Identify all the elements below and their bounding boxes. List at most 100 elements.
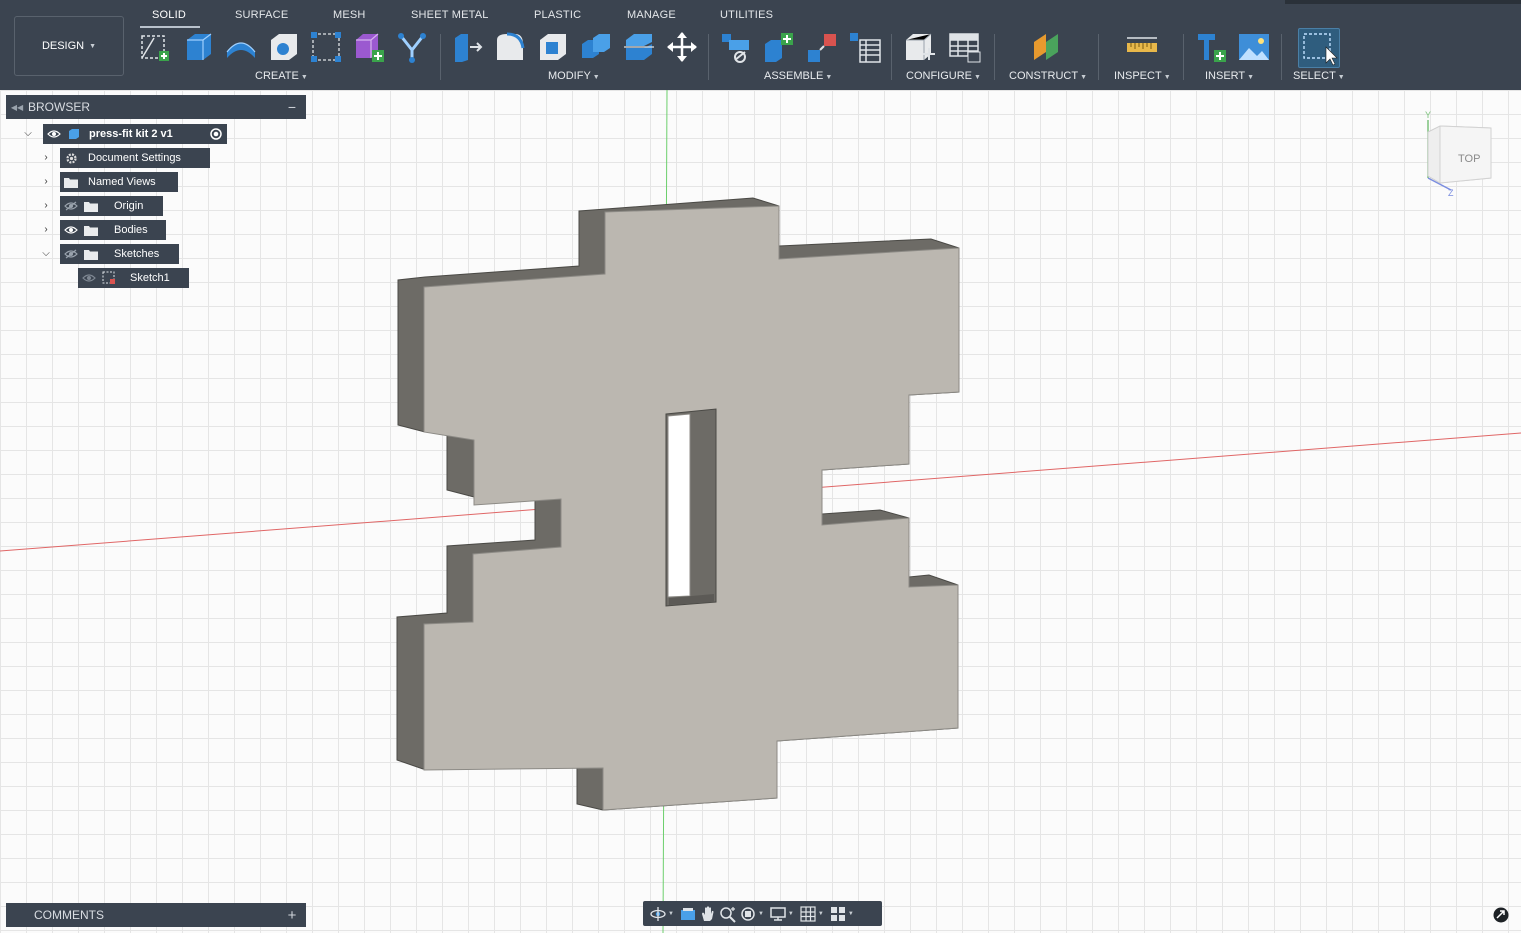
activate-radio-icon[interactable]	[205, 128, 227, 140]
add-comment-button[interactable]: +	[278, 907, 306, 924]
configure-label: CONFIGURE	[906, 70, 972, 82]
create-menu[interactable]: CREATE ▼	[255, 70, 308, 82]
window-select-icon	[1303, 33, 1338, 66]
tab-mesh[interactable]: MESH	[333, 9, 366, 21]
browser-item-sketch1[interactable]: Sketch1	[78, 268, 189, 288]
view-cube[interactable]: Y Z TOP	[1418, 108, 1498, 198]
configuration-table-icon[interactable]	[948, 30, 982, 64]
pan-hand-icon	[701, 905, 714, 921]
active-tab-indicator	[140, 26, 200, 28]
minimize-browser-button[interactable]: −	[278, 99, 306, 115]
model-canvas[interactable]	[0, 90, 1521, 933]
chevron-right-icon[interactable]: ›	[39, 175, 53, 189]
toolbar-divider	[440, 34, 441, 80]
pattern-icon[interactable]	[309, 30, 343, 64]
chevron-right-icon[interactable]: ›	[39, 151, 53, 165]
chevron-down-icon: ▼	[300, 74, 308, 81]
toolbar-divider	[891, 34, 892, 80]
select-menu[interactable]: SELECT ▼	[1293, 70, 1345, 82]
tab-plastic[interactable]: PLASTIC	[534, 9, 581, 21]
measure-icon[interactable]	[1125, 30, 1159, 64]
combine-icon[interactable]	[579, 30, 613, 64]
create-sketch-icon[interactable]	[138, 30, 172, 64]
extrude-icon[interactable]	[181, 30, 215, 64]
browser-item-origin[interactable]: Origin	[60, 196, 163, 216]
configure-menu[interactable]: CONFIGURE ▼	[906, 70, 981, 82]
folder-icon	[82, 196, 100, 216]
as-built-joint-icon[interactable]	[805, 30, 839, 64]
browser-item-named-views[interactable]: Named Views	[60, 172, 178, 192]
grid-settings-button[interactable]: ▼	[799, 904, 827, 924]
split-body-icon[interactable]	[622, 30, 656, 64]
browser-item-label: Origin	[114, 200, 144, 212]
chevron-down-icon[interactable]: ⌵	[39, 247, 53, 261]
toolbar-divider	[1098, 34, 1099, 80]
insert-label: INSERT	[1205, 70, 1246, 82]
press-fit-body[interactable]	[396, 197, 960, 811]
folder-icon	[60, 172, 82, 192]
tab-sheet-metal[interactable]: SHEET METAL	[411, 9, 489, 21]
viewcube-axis-z-label: Z	[1448, 188, 1454, 198]
insert-menu[interactable]: INSERT ▼	[1205, 70, 1254, 82]
bill-of-materials-icon[interactable]	[848, 30, 882, 64]
shell-icon[interactable]	[536, 30, 570, 64]
browser-item-label: Named Views	[88, 176, 156, 188]
viewports-icon	[830, 906, 845, 921]
select-tool-button[interactable]	[1298, 28, 1340, 68]
folder-icon	[82, 244, 100, 264]
eye-hidden-icon[interactable]	[78, 268, 100, 288]
revolve-icon[interactable]	[224, 30, 258, 64]
canvas-image-icon[interactable]	[1237, 30, 1271, 64]
browser-root-node[interactable]: press-fit kit 2 v1	[43, 124, 227, 144]
eye-icon[interactable]	[43, 124, 65, 144]
tab-manage[interactable]: MANAGE	[627, 9, 676, 21]
hole-icon[interactable]	[267, 30, 301, 64]
pan-button[interactable]	[699, 904, 717, 924]
look-at-button[interactable]	[679, 904, 697, 924]
inspect-menu[interactable]: INSPECT ▼	[1114, 70, 1171, 82]
offset-plane-icon[interactable]	[1030, 30, 1064, 64]
viewports-button[interactable]: ▼	[829, 904, 857, 924]
browser-title: BROWSER	[28, 100, 91, 114]
tab-utilities[interactable]: UTILITIES	[720, 9, 773, 21]
display-settings-icon	[770, 906, 786, 921]
insert-derive-icon[interactable]	[1195, 30, 1229, 64]
fillet-icon[interactable]	[493, 30, 527, 64]
move-copy-icon[interactable]	[665, 30, 699, 64]
press-pull-icon[interactable]	[450, 30, 484, 64]
tab-surface[interactable]: SURFACE	[235, 9, 288, 21]
toolbar-divider	[994, 34, 995, 80]
workspace-switcher-button[interactable]: DESIGN ▼	[14, 16, 124, 76]
construct-menu[interactable]: CONSTRUCT ▼	[1009, 70, 1087, 82]
chevron-down-icon: ▼	[825, 74, 833, 81]
configure-design-icon[interactable]	[903, 30, 937, 64]
fit-button[interactable]: ▼	[739, 904, 767, 924]
feedback-icon[interactable]	[1493, 907, 1509, 923]
eye-hidden-icon[interactable]	[60, 244, 82, 264]
derive-icon[interactable]	[395, 30, 429, 64]
eye-hidden-icon[interactable]	[60, 196, 82, 216]
collapse-panel-icon[interactable]: ◀◀	[6, 103, 28, 112]
new-component-icon[interactable]	[762, 30, 796, 64]
eye-icon[interactable]	[60, 220, 82, 240]
browser-item-document-settings[interactable]: Document Settings	[60, 148, 210, 168]
joint-icon[interactable]	[719, 30, 753, 64]
create-form-icon[interactable]	[352, 30, 386, 64]
browser-item-bodies[interactable]: Bodies	[60, 220, 166, 240]
viewcube-axis-y-label: Y	[1425, 110, 1431, 120]
modify-menu[interactable]: MODIFY ▼	[548, 70, 600, 82]
orbit-button[interactable]: ▼	[649, 904, 677, 924]
viewcube-face-label: TOP	[1458, 153, 1480, 165]
chevron-right-icon[interactable]: ›	[39, 223, 53, 237]
3d-viewport[interactable]	[0, 90, 1521, 933]
chevron-right-icon[interactable]: ›	[39, 199, 53, 213]
zoom-button[interactable]	[719, 904, 737, 924]
title-strip	[1285, 0, 1521, 4]
component-icon	[65, 124, 83, 144]
chevron-down-icon: ▼	[89, 42, 97, 50]
assemble-menu[interactable]: ASSEMBLE ▼	[764, 70, 832, 82]
display-settings-button[interactable]: ▼	[769, 904, 797, 924]
chevron-down-icon[interactable]: ⌵	[21, 127, 35, 141]
browser-item-sketches[interactable]: Sketches	[60, 244, 179, 264]
tab-solid[interactable]: SOLID	[152, 9, 186, 21]
